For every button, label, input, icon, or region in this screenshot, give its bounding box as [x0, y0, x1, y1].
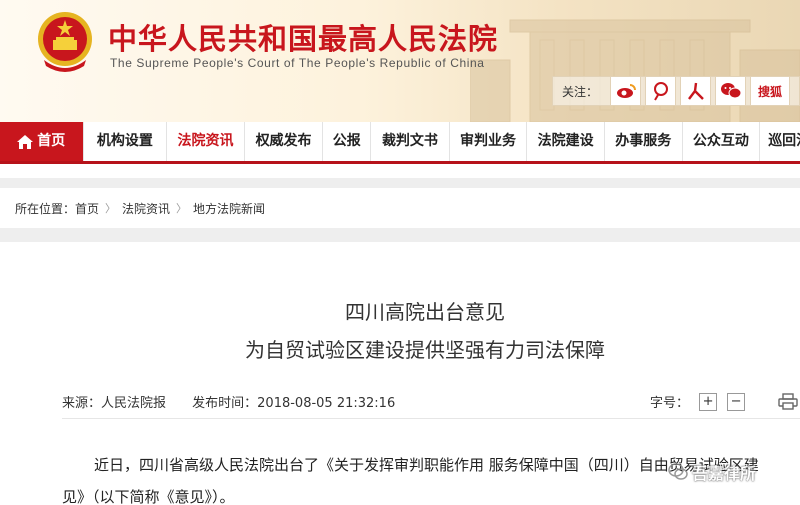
watermark-text: 吾嘉律所: [692, 464, 757, 483]
site-header: 中华人民共和国最高人民法院 The Supreme People's Court…: [0, 0, 800, 122]
nav-item-services[interactable]: 办事服务: [605, 122, 683, 161]
nav-item-label: 首页: [37, 133, 66, 149]
breadcrumb: 所在位置： 首页 〉 法院资讯 〉 地方法院新闻: [0, 188, 800, 228]
meta-divider: [62, 418, 800, 419]
wechat-watermark-icon: [668, 463, 688, 480]
home-icon: [17, 134, 34, 149]
nav-item-circuit[interactable]: 巡回法: [760, 122, 800, 161]
print-icon[interactable]: [778, 393, 798, 410]
nav-item-trial[interactable]: 审判业务: [450, 122, 528, 161]
breadcrumb-bar: 所在位置： 首页 〉 法院资讯 〉 地方法院新闻: [0, 178, 800, 242]
nav-item-org[interactable]: 机构设置: [84, 122, 168, 161]
font-size-label: 字号：: [650, 396, 690, 411]
breadcrumb-separator: 〉: [105, 202, 117, 215]
article-paragraph-continued: 见》（以下简称《意见》）。: [62, 488, 235, 505]
breadcrumb-news[interactable]: 法院资讯: [122, 200, 170, 217]
people-weibo-icon[interactable]: [680, 76, 712, 106]
font-decrease-button[interactable]: −: [727, 392, 746, 411]
wechat-icon[interactable]: [715, 76, 747, 106]
breadcrumb-separator: 〉: [176, 202, 188, 215]
font-increase-button[interactable]: +: [699, 392, 718, 411]
nav-item-judgments[interactable]: 裁判文书: [371, 122, 450, 161]
breadcrumb-local-news[interactable]: 地方法院新闻: [193, 200, 265, 217]
nav-item-construction[interactable]: 法院建设: [527, 122, 605, 161]
main-nav: 首页 机构设置 法院资讯 权威发布 公报 裁判文书 审判业务 法院建设 办事服务…: [0, 122, 800, 164]
national-emblem-icon: [38, 12, 92, 72]
follow-links: 关注： 搜狐: [552, 76, 791, 106]
nav-item-interaction[interactable]: 公众互动: [683, 122, 761, 161]
site-subtitle: The Supreme People's Court of The People…: [110, 56, 485, 70]
nav-item-bulletin[interactable]: 公报: [323, 122, 372, 161]
sohu-icon[interactable]: 搜狐: [750, 76, 791, 106]
weibo-icon[interactable]: [610, 76, 642, 106]
article-subtitle: 为自贸试验区建设提供坚强有力司法保障: [245, 338, 605, 362]
article-publish-time: 发布时间：2018-08-05 21:32:16: [192, 396, 396, 411]
tencent-weibo-icon[interactable]: [645, 76, 677, 106]
follow-label: 关注：: [562, 84, 599, 99]
site-title: 中华人民共和国最高人民法院: [108, 22, 499, 56]
article-meta: 来源：人民法院报 发布时间：2018-08-05 21:32:16: [62, 392, 395, 411]
article-source: 来源：人民法院报: [62, 396, 167, 411]
breadcrumb-home[interactable]: 首页: [75, 200, 99, 217]
article-title: 四川高院出台意见: [345, 300, 505, 324]
nav-item-release[interactable]: 权威发布: [245, 122, 324, 161]
nav-item-news[interactable]: 法院资讯: [167, 122, 245, 161]
breadcrumb-prefix: 所在位置：: [15, 201, 76, 216]
nav-item-home[interactable]: 首页: [0, 122, 84, 161]
font-size-control: 字号： + −: [650, 392, 746, 411]
watermark: 吾嘉律所: [668, 460, 756, 484]
